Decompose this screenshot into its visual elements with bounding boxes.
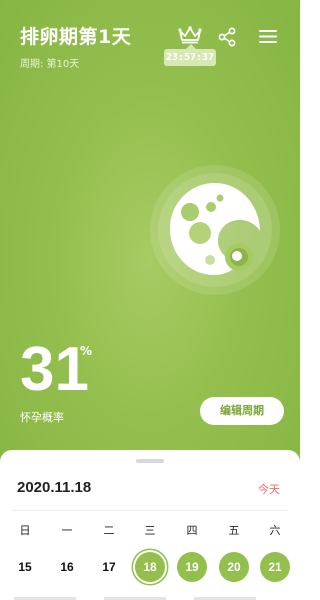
hero-panel: 排卵期第1天 周期: 第10天 23:57:37 31 % 怀孕概率 编辑周期 (0, 0, 300, 470)
calendar-day-ovulation[interactable]: 19 (177, 552, 207, 582)
weekday-label: 二 (103, 524, 115, 537)
calendar-day[interactable]: 17 (94, 552, 124, 582)
weekday-label: 四 (186, 524, 198, 537)
drag-handle[interactable] (136, 459, 164, 463)
calendar-day-ovulation[interactable]: 21 (260, 552, 290, 582)
edit-cycle-button[interactable]: 编辑周期 (200, 397, 284, 425)
pregnancy-probability-value: 31 (20, 335, 89, 404)
today-button[interactable]: 今天 (258, 481, 280, 497)
crown-icon[interactable] (178, 26, 202, 44)
weekday-label: 五 (228, 524, 240, 537)
calendar-day[interactable]: 15 (10, 552, 40, 582)
fertility-orb-illustration (170, 183, 260, 275)
cycle-day-label: 周期: 第10天 (20, 59, 80, 70)
countdown-timer: 23:57:37 (164, 44, 216, 66)
calendar-day[interactable]: 16 (52, 552, 82, 582)
divider (12, 510, 288, 511)
pregnancy-probability-label: 怀孕概率 (20, 411, 64, 424)
percent-sign: % (80, 344, 93, 358)
weekday-label: 日 (19, 524, 31, 537)
menu-icon[interactable] (259, 29, 277, 44)
weekday-label: 三 (144, 524, 156, 537)
calendar-day-ovulation[interactable]: 20 (219, 552, 249, 582)
page-title: 排卵期第1天 (20, 26, 132, 48)
weekday-label: 六 (269, 524, 281, 537)
share-icon[interactable] (218, 27, 236, 47)
calendar-day-selected[interactable]: 18 (135, 552, 165, 582)
calendar-date: 2020.11.18 (17, 479, 92, 496)
calendar-sheet: 2020.11.18 今天 日 一 二 三 四 五 六 15 16 17 18 … (0, 450, 300, 600)
weekday-label: 一 (61, 524, 73, 537)
